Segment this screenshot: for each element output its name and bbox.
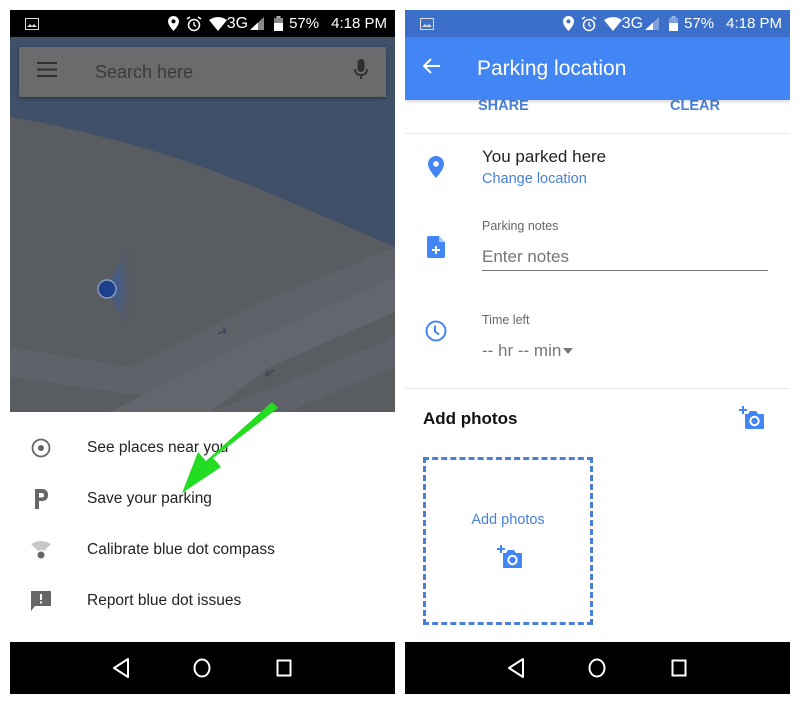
- right-phone-screen: 3G 57% 4:18 PM Parking location SHARE CL…: [405, 10, 790, 694]
- map-view[interactable]: Search here: [10, 37, 395, 412]
- menu-item-calibrate-compass[interactable]: Calibrate blue dot compass: [10, 524, 395, 575]
- parking-notes-input[interactable]: [482, 247, 768, 271]
- arrow-back-icon[interactable]: [422, 58, 441, 79]
- location-pin-icon: [424, 155, 448, 179]
- status-bar: 3G 57% 4:18 PM: [405, 10, 790, 37]
- wifi-icon: [603, 16, 622, 31]
- alarm-icon: [581, 15, 597, 32]
- menu-item-save-parking[interactable]: Save your parking: [10, 473, 395, 524]
- status-bar: 3G 57% 4:18 PM: [10, 10, 395, 37]
- location-icon: [562, 16, 574, 31]
- nav-back-button[interactable]: [501, 653, 531, 683]
- nav-home-button[interactable]: [582, 653, 612, 683]
- menu-item-see-places[interactable]: See places near you: [10, 422, 395, 473]
- battery-icon: [274, 16, 284, 31]
- battery-percent: 57%: [684, 15, 715, 32]
- location-icon: [167, 16, 179, 31]
- add-photos-label: Add photos: [471, 512, 545, 528]
- menu-item-label: Report blue dot issues: [87, 591, 242, 609]
- parking-notes-label: Parking notes: [482, 219, 559, 233]
- change-location-link[interactable]: Change location: [482, 171, 587, 187]
- section-divider: [405, 388, 790, 389]
- navigation-bar: [405, 642, 790, 694]
- page-title: Parking location: [477, 56, 627, 80]
- menu-item-label: See places near you: [87, 438, 229, 456]
- nav-back-button[interactable]: [106, 653, 136, 683]
- compass-calibrate-icon: [29, 538, 53, 562]
- clock-icon: [424, 319, 448, 343]
- navigation-bar: [10, 642, 395, 694]
- nav-recents-button[interactable]: [664, 653, 694, 683]
- wifi-icon: [208, 16, 227, 31]
- network-type: 3G: [226, 14, 249, 32]
- app-bar: Parking location: [405, 37, 790, 100]
- dropdown-caret-icon: [563, 348, 574, 354]
- share-button[interactable]: SHARE: [478, 98, 529, 114]
- time-left-label: Time left: [482, 313, 530, 327]
- gallery-icon: [25, 17, 39, 30]
- alarm-icon: [186, 15, 202, 32]
- feedback-icon: [29, 589, 53, 613]
- clear-button[interactable]: CLEAR: [670, 98, 720, 114]
- network-type: 3G: [621, 14, 644, 32]
- parked-title: You parked here: [482, 147, 607, 166]
- parking-icon: [29, 487, 53, 511]
- location-menu: See places near you Save your parking Ca…: [10, 412, 395, 626]
- clock: 4:18 PM: [331, 15, 387, 32]
- signal-icon: [645, 17, 660, 30]
- signal-icon: [250, 17, 265, 30]
- clock: 4:18 PM: [726, 15, 782, 32]
- add-photos-heading: Add photos: [423, 409, 518, 428]
- menu-item-label: Save your parking: [87, 489, 212, 507]
- add-photos-dropzone[interactable]: Add photos: [423, 457, 593, 625]
- left-phone-screen: 3G 57% 4:18 PM Search here See places ne…: [10, 10, 395, 694]
- note-add-icon: [424, 235, 448, 259]
- battery-icon: [669, 16, 679, 31]
- add-photo-camera-icon[interactable]: [739, 406, 765, 435]
- nav-recents-button[interactable]: [269, 653, 299, 683]
- road-direction-arrow: [265, 369, 275, 377]
- search-input[interactable]: Search here: [95, 62, 354, 83]
- target-icon: [29, 436, 53, 460]
- menu-item-report-issues[interactable]: Report blue dot issues: [10, 575, 395, 626]
- time-left-value: -- hr -- min: [482, 341, 562, 360]
- add-photo-camera-icon: [497, 545, 523, 574]
- gallery-icon: [420, 17, 434, 30]
- menu-item-label: Calibrate blue dot compass: [87, 540, 275, 558]
- blue-dot-location[interactable]: [97, 279, 117, 299]
- nav-home-button[interactable]: [187, 653, 217, 683]
- hamburger-menu-icon[interactable]: [37, 62, 57, 82]
- search-bar[interactable]: Search here: [19, 47, 386, 97]
- microphone-icon[interactable]: [354, 58, 368, 86]
- parking-actions: SHARE CLEAR: [405, 94, 790, 134]
- battery-percent: 57%: [289, 15, 320, 32]
- time-left-dropdown[interactable]: -- hr -- min: [482, 341, 574, 361]
